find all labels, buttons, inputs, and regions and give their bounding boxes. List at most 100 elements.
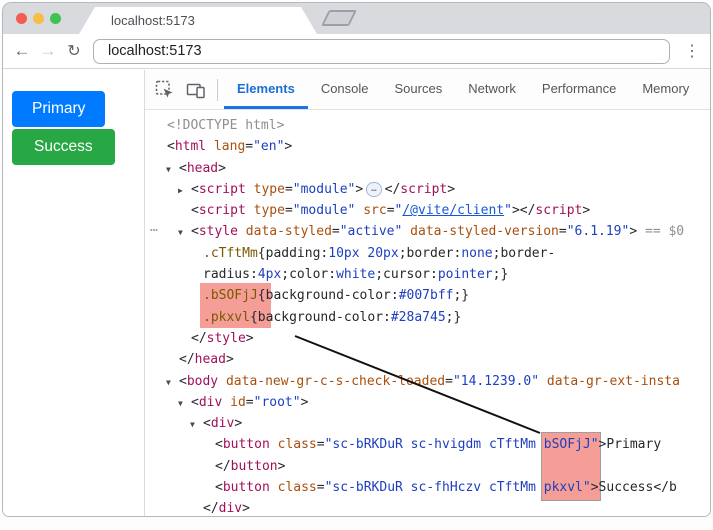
code-token: button <box>231 459 278 474</box>
back-icon[interactable]: ← <box>9 41 35 61</box>
tab-memory[interactable]: Memory <box>629 70 702 109</box>
code-token: = <box>559 224 567 239</box>
code-token: ;border- <box>493 246 556 261</box>
inspect-element-icon[interactable] <box>154 80 176 100</box>
code-token: = <box>245 139 253 154</box>
code-token <box>270 437 278 452</box>
traffic-lights <box>16 13 61 24</box>
collapse-icon[interactable]: ▼ <box>190 414 195 435</box>
browser-window: localhost:5173 ← → ↻ localhost:5173 ⋮ Pr… <box>2 2 711 517</box>
code-token: > <box>582 203 590 218</box>
collapse-icon[interactable]: ▼ <box>178 222 183 243</box>
forward-icon[interactable]: → <box>35 41 61 61</box>
code-line[interactable]: .bSOFjJ{background-color:#007bff;} <box>145 285 710 306</box>
code-line[interactable]: </button> <box>145 456 710 477</box>
content-area: Primary Success Elements Console Sources <box>3 70 710 516</box>
code-line[interactable]: </div> <box>145 498 710 516</box>
primary-button[interactable]: Primary <box>12 91 105 127</box>
code-line[interactable]: ▼ <div> <box>145 413 710 434</box>
maximize-window-icon[interactable] <box>50 13 61 24</box>
code-token: < <box>215 437 223 452</box>
code-line[interactable]: <button class="sc-bRKDuR sc-hvigdm cTftM… <box>145 434 710 455</box>
code-line[interactable]: <!DOCTYPE html> <box>145 115 710 136</box>
code-token: ;} <box>453 288 469 303</box>
reload-icon[interactable]: ↻ <box>61 41 87 61</box>
code-token <box>402 224 410 239</box>
code-token: > <box>218 161 226 176</box>
address-bar[interactable]: localhost:5173 <box>93 39 670 64</box>
expand-icon[interactable]: ▶ <box>178 180 183 201</box>
code-token: < <box>191 182 199 197</box>
success-button[interactable]: Success <box>12 129 115 165</box>
collapse-icon[interactable]: ▼ <box>178 393 183 414</box>
code-token: id <box>230 395 246 410</box>
code-line[interactable]: ▼…<style data-styled="active" data-style… <box>145 221 710 242</box>
code-token: ;} <box>446 310 462 325</box>
code-token: head <box>187 161 218 176</box>
code-line[interactable]: <html lang="en"> <box>145 136 710 157</box>
browser-tab[interactable]: localhost:5173 <box>79 7 317 34</box>
code-token: div <box>211 416 234 431</box>
code-token <box>206 139 214 154</box>
browser-menu-icon[interactable]: ⋮ <box>678 41 706 61</box>
code-token: > <box>278 459 286 474</box>
code-token: type <box>254 203 285 218</box>
code-token: < <box>179 161 187 176</box>
code-token: script <box>535 203 582 218</box>
code-line[interactable]: .cTftMm{padding:10px 20px;border:none;bo… <box>145 243 710 264</box>
code-token: "module" <box>293 203 356 218</box>
collapse-icon[interactable]: ▼ <box>166 159 171 180</box>
tab-console[interactable]: Console <box>308 70 382 109</box>
code-token: div <box>199 395 222 410</box>
code-token: data-styled-version <box>410 224 559 239</box>
code-token: = <box>445 374 453 389</box>
code-token: > <box>284 139 292 154</box>
devtools-toolbar: Elements Console Sources Network Perform… <box>145 70 710 110</box>
code-token: < <box>191 224 199 239</box>
code-token: > <box>234 416 242 431</box>
code-line[interactable]: ▶<script type="module">…</script> <box>145 179 710 200</box>
code-token: </ <box>385 182 401 197</box>
code-line[interactable]: ▼<div id="root"> <box>145 392 710 413</box>
code-token <box>222 395 230 410</box>
code-line[interactable]: .pkxvl{background-color:#28a745;} <box>145 307 710 328</box>
code-line[interactable]: ▼<body data-new-gr-c-s-check-loaded="14.… <box>145 371 710 392</box>
code-token: > <box>447 182 455 197</box>
code-token: > <box>591 480 599 495</box>
code-token: style <box>199 224 238 239</box>
code-token: ;cursor: <box>375 267 438 282</box>
collapse-icon[interactable]: ▼ <box>166 372 171 393</box>
code-token: = <box>332 224 340 239</box>
tab-network[interactable]: Network <box>455 70 529 109</box>
more-actions-icon[interactable]: … <box>150 217 159 238</box>
tab-performance[interactable]: Performance <box>529 70 629 109</box>
code-token: </ <box>215 459 231 474</box>
code-line[interactable]: <script type="module" src="/@vite/client… <box>145 200 710 221</box>
minimize-window-icon[interactable] <box>33 13 44 24</box>
code-token: </ <box>179 352 195 367</box>
code-token: "6.1.19" <box>567 224 630 239</box>
code-token: = <box>285 182 293 197</box>
close-window-icon[interactable] <box>16 13 27 24</box>
code-token: script <box>199 203 246 218</box>
device-toolbar-icon[interactable] <box>185 80 207 100</box>
tab-sources[interactable]: Sources <box>382 70 456 109</box>
new-tab-button[interactable] <box>321 10 357 26</box>
code-line[interactable]: </head> <box>145 349 710 370</box>
code-token: pointer <box>438 267 493 282</box>
code-token: #28a745 <box>391 310 446 325</box>
tab-elements[interactable]: Elements <box>224 70 308 109</box>
elements-dom-tree[interactable]: <!DOCTYPE html><html lang="en">▼<head>▶<… <box>145 110 710 516</box>
code-line[interactable]: <button class="sc-bRKDuR sc-fhHczv cTftM… <box>145 477 710 498</box>
code-token: > <box>242 501 250 516</box>
code-token: 10px 20px <box>328 246 398 261</box>
code-token: < <box>203 416 211 431</box>
code-token: > <box>355 182 363 197</box>
code-line[interactable]: </style> <box>145 328 710 349</box>
code-line[interactable]: radius:4px;color:white;cursor:pointer;} <box>145 264 710 285</box>
code-token: "sc-bRKDuR sc-hvigdm cTftMm <box>325 437 544 452</box>
code-token <box>238 224 246 239</box>
tab-title: localhost:5173 <box>79 13 195 28</box>
code-line[interactable]: ▼ <head> <box>145 158 710 179</box>
code-token: script <box>400 182 447 197</box>
